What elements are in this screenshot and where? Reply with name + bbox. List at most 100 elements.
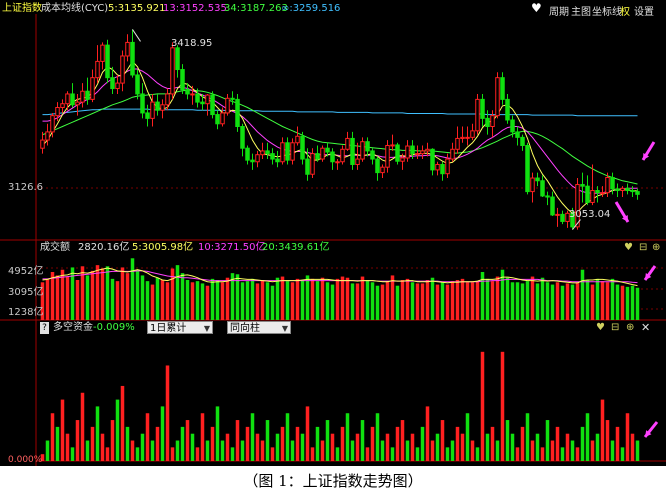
volume-bar xyxy=(280,276,285,320)
volume-bar xyxy=(605,282,610,320)
candle-body xyxy=(230,97,235,100)
volume-bar xyxy=(540,277,545,320)
candle-body xyxy=(355,158,360,165)
flow-zoom-in-icon[interactable]: ⊕ xyxy=(626,322,634,333)
cyc-inf-value: ∞:3259.516 xyxy=(281,3,341,14)
volume-bar xyxy=(265,282,270,320)
candle-body xyxy=(630,190,635,193)
candle-body xyxy=(615,188,620,192)
flow-bar xyxy=(465,413,470,461)
candle-body xyxy=(255,154,260,163)
flow-bar xyxy=(425,406,430,461)
flow-bar xyxy=(180,426,185,461)
volume-bar xyxy=(470,282,475,320)
volume-bar xyxy=(465,282,470,320)
volume-bar xyxy=(615,284,620,320)
volume-bar xyxy=(370,282,375,320)
flow-bar xyxy=(525,413,530,461)
candle-body xyxy=(325,147,330,153)
close-icon[interactable]: ✕ xyxy=(641,321,650,334)
flow-bar xyxy=(420,426,425,461)
settings-button[interactable]: 设置 xyxy=(634,3,654,18)
candle-body xyxy=(475,98,480,132)
candle-body xyxy=(135,74,140,95)
heart-icon[interactable]: ♥ xyxy=(531,1,542,15)
volume-bar xyxy=(270,285,275,320)
bar-style-select[interactable]: 同向柱 ▼ xyxy=(227,321,291,334)
candle-body xyxy=(635,191,640,195)
volume-bar xyxy=(290,282,295,320)
flow-bar xyxy=(300,433,305,461)
flow-bar xyxy=(530,440,535,461)
period-button[interactable]: 周期 xyxy=(549,3,569,18)
flow-heart-icon[interactable]: ♥ xyxy=(596,322,605,333)
candle-body xyxy=(490,115,495,128)
candle-body xyxy=(585,185,590,203)
flow-bar xyxy=(405,440,410,461)
flow-zoom-out-icon[interactable]: ⊟ xyxy=(611,322,619,333)
flow-bar xyxy=(575,447,580,461)
flow-title[interactable]: 多空资金 xyxy=(53,322,93,334)
volume-bar xyxy=(520,283,525,320)
candle-body xyxy=(250,159,255,163)
volume-bar xyxy=(440,282,445,320)
volume-zoom-in-icon[interactable]: ⊕ xyxy=(652,242,660,253)
flow-bar xyxy=(415,447,420,461)
flow-bar xyxy=(520,426,525,461)
volume-ma5: 5:3005.98亿 xyxy=(132,242,194,253)
volume-bar xyxy=(485,278,490,320)
candle-body xyxy=(225,97,230,114)
indicator-name[interactable]: 成本均线(CYC) xyxy=(41,3,108,15)
candle-body xyxy=(360,141,365,160)
accumulate-select[interactable]: 1日累计 ▼ xyxy=(147,321,213,334)
candle-body xyxy=(435,163,440,171)
volume-zoom-out-icon[interactable]: ⊟ xyxy=(639,242,647,253)
volume-title[interactable]: 成交额 xyxy=(40,242,70,254)
flow-bar xyxy=(595,433,600,461)
volume-bar xyxy=(75,280,80,320)
volume-bar xyxy=(50,272,55,320)
flow-zero-label: 0.000% xyxy=(8,455,43,465)
flow-bar xyxy=(375,413,380,461)
candle-body xyxy=(155,101,160,111)
flow-bar xyxy=(435,433,440,461)
volume-bar xyxy=(385,281,390,320)
volume-bar xyxy=(295,278,300,320)
main-chart-button[interactable]: 主图 xyxy=(571,3,591,18)
volume-bar xyxy=(180,273,185,320)
volume-bar xyxy=(630,285,635,320)
candle-body xyxy=(185,89,190,95)
volume-bar xyxy=(365,280,370,320)
candle-body xyxy=(540,180,545,197)
candle-body xyxy=(530,177,535,193)
volume-bar xyxy=(235,274,240,320)
volume-bar xyxy=(455,280,460,320)
flow-bar xyxy=(460,433,465,461)
volume-bar xyxy=(55,275,60,320)
candle-body xyxy=(445,158,450,175)
volume-bar xyxy=(575,282,580,320)
flow-bar xyxy=(400,420,405,461)
candle-body xyxy=(440,163,445,175)
high-price-label: 3418.95 xyxy=(171,38,213,49)
volume-bar xyxy=(395,285,400,320)
volume-bar xyxy=(185,280,190,320)
coordinate-button[interactable]: 坐标线 xyxy=(592,3,622,18)
flow-bar xyxy=(150,440,155,461)
volume-heart-icon[interactable]: ♥ xyxy=(624,242,633,253)
volume-bar xyxy=(530,276,535,320)
rights-button[interactable]: 权 xyxy=(620,3,630,18)
flow-bar xyxy=(145,413,150,461)
index-title[interactable]: 上证指数 xyxy=(2,3,42,15)
volume-bar xyxy=(200,283,205,320)
candle-body xyxy=(420,150,425,155)
flow-bar xyxy=(445,447,450,461)
candle-body xyxy=(210,94,215,116)
candle-body xyxy=(195,93,200,103)
volume-bar xyxy=(115,281,120,320)
candle-body xyxy=(605,176,610,194)
flow-bar xyxy=(295,426,300,461)
flow-bar xyxy=(605,420,610,461)
help-icon[interactable]: ? xyxy=(40,322,49,334)
candle-body xyxy=(545,195,550,198)
